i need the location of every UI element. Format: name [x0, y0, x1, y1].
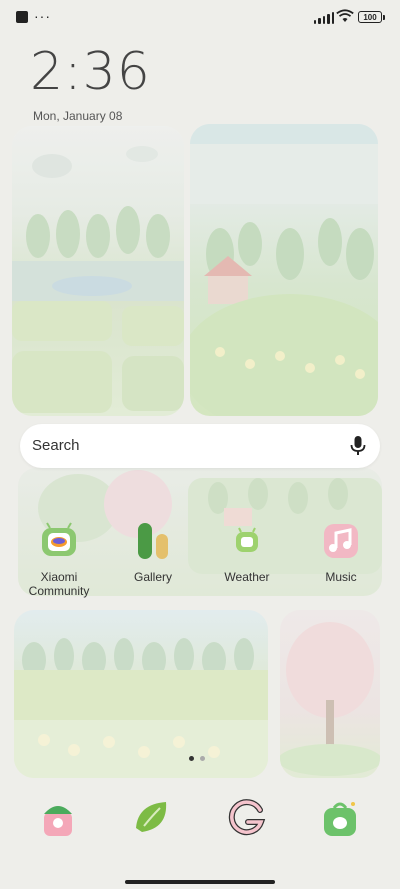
messages-icon [136, 802, 167, 832]
clock-date[interactable]: Mon, January 08 [33, 109, 122, 123]
music-icon [322, 522, 360, 560]
app-music[interactable]: Music [297, 522, 385, 584]
landscape-widget-left[interactable] [12, 126, 184, 416]
page-indicator[interactable] [189, 756, 205, 761]
phone-icon [44, 806, 72, 836]
dock-app-store[interactable] [320, 798, 360, 838]
dock-phone[interactable] [38, 798, 78, 838]
weather-icon [228, 522, 266, 560]
dock-messages[interactable] [132, 798, 172, 838]
meadow-widget[interactable] [14, 610, 268, 778]
app-label: Weather [224, 570, 270, 584]
app-label: Music [325, 570, 357, 584]
app-weather[interactable]: Weather [203, 522, 291, 584]
app-xiaomi-community[interactable]: Xiaomi Community [15, 522, 103, 598]
blossom-tree-widget[interactable] [280, 610, 380, 778]
cellular-signal-icon [314, 12, 335, 24]
battery-icon: 100 [358, 11, 385, 23]
wifi-icon [336, 9, 354, 22]
microphone-icon[interactable] [350, 435, 366, 457]
landscape-widget-right[interactable] [190, 124, 378, 416]
more-notifications-icon: ··· [34, 8, 51, 24]
search-placeholder: Search [32, 437, 80, 454]
page-dot[interactable] [200, 756, 205, 761]
page-dot-active[interactable] [189, 756, 194, 761]
clock-time[interactable]: 2:36 [30, 42, 151, 102]
home-indicator[interactable] [125, 880, 275, 884]
app-label: Xiaomi Community [28, 570, 90, 598]
xiaomi-community-icon [40, 522, 78, 560]
notification-icon [16, 11, 28, 23]
app-store-icon [324, 802, 356, 836]
app-gallery[interactable]: Gallery [109, 522, 197, 584]
dock-google[interactable] [227, 798, 267, 838]
status-bar: ··· 100 [0, 0, 400, 36]
google-icon [228, 799, 266, 836]
app-label: Gallery [133, 570, 172, 584]
gallery-icon [134, 522, 172, 560]
search-bar[interactable]: Search [20, 424, 380, 468]
